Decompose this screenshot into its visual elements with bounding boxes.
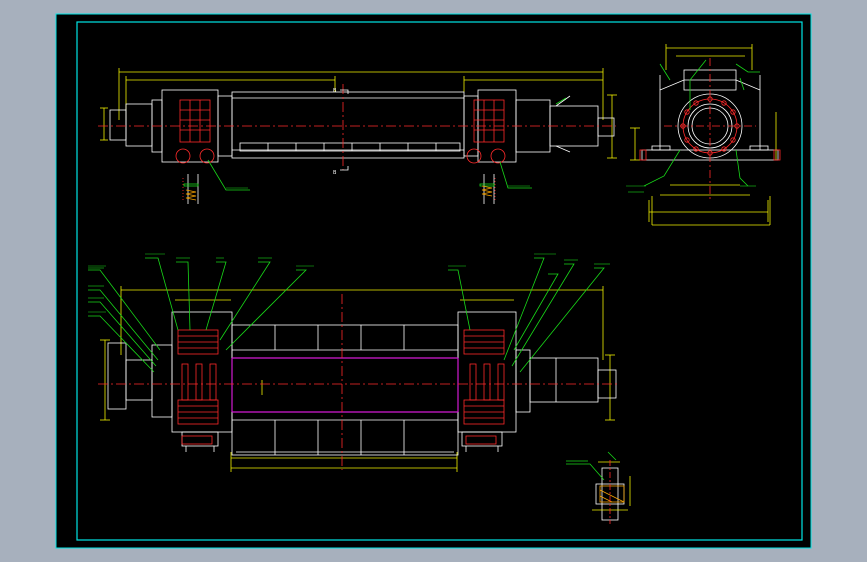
elevation-view: B B — [98, 68, 617, 204]
section-dimensions — [100, 286, 615, 472]
end-view-outline — [641, 69, 779, 161]
section-magenta-lines — [231, 357, 459, 413]
section-view — [88, 185, 756, 472]
detail-part — [599, 485, 625, 503]
section-mark-bottom: B — [333, 170, 337, 176]
section-bearing-detail — [177, 329, 505, 445]
section-mark-top: B — [333, 88, 337, 94]
elevation-outline — [109, 89, 615, 204]
section-centerlines — [98, 294, 620, 470]
cad-drawing: B B — [55, 13, 812, 549]
end-view — [630, 44, 781, 226]
section-leader-labels — [88, 185, 756, 313]
elevation-leaders — [183, 97, 567, 191]
section-outline — [107, 311, 617, 456]
elevation-dimensions — [100, 68, 617, 159]
detail-leaders — [566, 451, 617, 481]
detail-view — [566, 451, 631, 524]
end-view-dimensions — [630, 44, 777, 226]
section-leaders — [88, 257, 605, 373]
end-view-leaders — [643, 59, 760, 187]
